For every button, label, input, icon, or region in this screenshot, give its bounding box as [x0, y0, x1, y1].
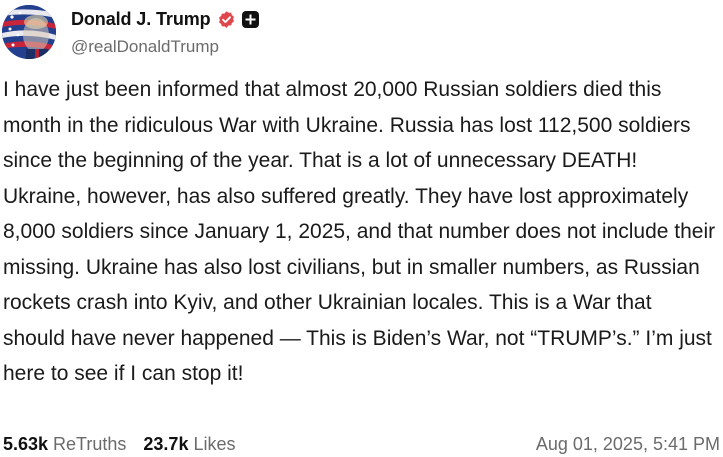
post-footer: 5.63k ReTruths 23.7k Likes Aug 01, 2025,…: [3, 432, 720, 456]
retruths-label: ReTruths: [53, 433, 127, 454]
avatar-flag-icon: [2, 5, 56, 59]
likes-stat[interactable]: 23.7k Likes: [143, 434, 235, 455]
post-text: I have just been informed that almost 20…: [3, 78, 716, 385]
author-identity: Donald J. Trump @realDonaldTrump: [71, 8, 259, 57]
plus-badge-icon: [241, 11, 259, 28]
author-avatar[interactable]: [2, 5, 56, 59]
post-header: Donald J. Trump @realDonaldTrump: [2, 2, 259, 62]
likes-count: 23.7k: [143, 433, 189, 454]
author-handle[interactable]: @realDonaldTrump: [71, 37, 259, 57]
retruths-stat[interactable]: 5.63k ReTruths: [3, 434, 126, 455]
verified-badge-icon: [217, 10, 236, 29]
author-display-name[interactable]: Donald J. Trump: [71, 9, 211, 30]
post-timestamp[interactable]: Aug 01, 2025, 5:41 PM: [536, 434, 720, 455]
name-row: Donald J. Trump: [71, 8, 259, 32]
retruths-count: 5.63k: [3, 433, 49, 454]
likes-label: Likes: [193, 433, 236, 454]
